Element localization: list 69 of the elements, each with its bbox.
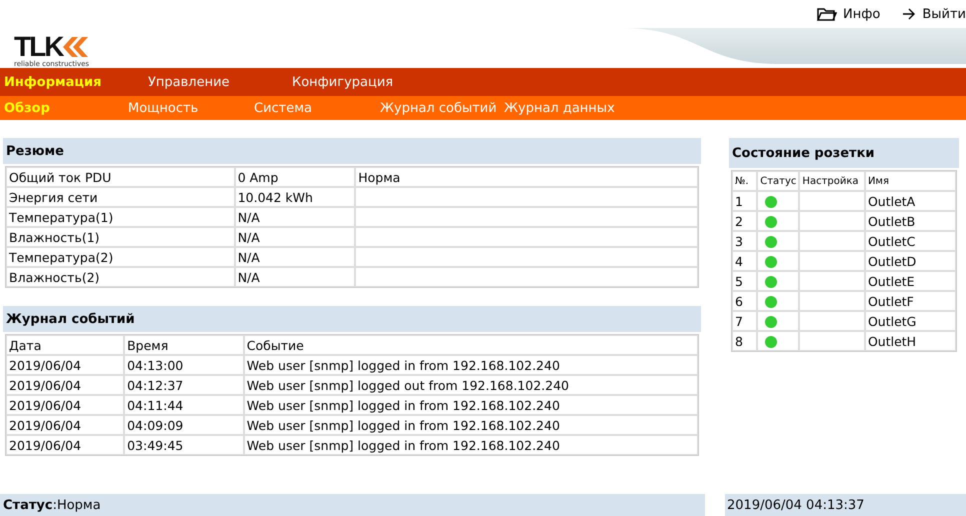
datetime-text: 2019/06/04 04:13:37 xyxy=(727,498,864,512)
column-header: №. xyxy=(732,171,758,191)
section-title: Журнал событий xyxy=(3,306,701,332)
table-cell: 8 xyxy=(732,331,758,351)
section-title: Состояние розетки xyxy=(729,138,959,168)
table-cell: OutletF xyxy=(864,291,956,311)
folder-icon xyxy=(817,7,838,21)
table-cell: OutletG xyxy=(864,311,956,331)
table-cell: 7 xyxy=(732,311,758,331)
table-cell: OutletD xyxy=(864,251,956,271)
table-cell: 2019/06/04 xyxy=(6,415,124,435)
table-cell: 3 xyxy=(732,231,758,251)
table-cell: Норма xyxy=(355,167,698,187)
table-cell: Влажность(1) xyxy=(6,227,235,247)
table-cell: 2019/06/04 xyxy=(6,395,124,415)
table-cell: Температура(1) xyxy=(6,207,235,227)
status-text: Статус:Норма xyxy=(3,498,101,512)
table-cell: Температура(2) xyxy=(6,247,235,267)
table-cell: Web user [snmp] logged in from 192.168.102.240 xyxy=(244,355,698,375)
column-header: Настройка xyxy=(799,171,865,191)
table-cell: Влажность(2) xyxy=(6,267,235,287)
table-cell: Общий ток PDU xyxy=(6,167,235,187)
table-cell: 4 xyxy=(732,251,758,271)
table-cell: 2019/06/04 xyxy=(6,435,124,455)
table-cell: 10.042 kWh xyxy=(234,187,356,207)
table-cell: OutletE xyxy=(864,271,956,291)
nav-tab[interactable]: Информация xyxy=(0,74,144,90)
table-cell: 5 xyxy=(732,271,758,291)
table-cell: N/A xyxy=(234,267,356,287)
column-header: Имя xyxy=(864,171,956,191)
table-cell: Web user [snmp] logged in from 192.168.102.240 xyxy=(244,395,698,415)
table-cell: OutletC xyxy=(864,231,956,251)
table-cell: 04:09:09 xyxy=(124,415,244,435)
table-cell: N/A xyxy=(234,227,356,247)
table-cell: OutletB xyxy=(864,211,956,231)
table-cell: OutletA xyxy=(864,191,956,211)
table-cell: 03:49:45 xyxy=(124,435,244,455)
table-cell: 6 xyxy=(732,291,758,311)
table-cell: Энергия сети xyxy=(6,187,235,207)
table-cell: Web user [snmp] logged in from 192.168.102.240 xyxy=(244,415,698,435)
table-cell: 2019/06/04 xyxy=(6,375,124,395)
table-cell: 2 xyxy=(732,211,758,231)
nav-tab[interactable]: Конфигурация xyxy=(288,74,432,90)
table-cell: 2019/06/04 xyxy=(6,355,124,375)
arrow-right-icon xyxy=(902,8,916,20)
sub-nav-tab[interactable]: Журнал данных xyxy=(500,100,615,116)
column-header: Дата xyxy=(6,335,124,355)
table-cell: 1 xyxy=(732,191,758,211)
table-cell: N/A xyxy=(234,207,356,227)
sub-nav-tab[interactable]: Мощность xyxy=(124,100,250,116)
table-cell: OutletH xyxy=(864,331,956,351)
top-link[interactable]: Выйти xyxy=(902,6,966,22)
table-cell: Web user [snmp] logged out from 192.168.102.240 xyxy=(244,375,698,395)
section-title: Резюме xyxy=(3,138,701,164)
table-cell: 0 Amp xyxy=(234,167,356,187)
sub-nav-tab[interactable]: Журнал событий xyxy=(376,100,500,116)
sub-nav-tab[interactable]: Система xyxy=(250,100,376,116)
top-link[interactable]: Инфо xyxy=(817,6,880,22)
table-cell: N/A xyxy=(234,247,356,267)
nav-tab[interactable]: Управление xyxy=(144,74,288,90)
sub-nav-tab[interactable]: Обзор xyxy=(0,100,124,116)
column-header: Статус xyxy=(757,171,800,191)
column-header: Событие xyxy=(244,335,698,355)
table-cell: 04:12:37 xyxy=(124,375,244,395)
table-cell: Web user [snmp] logged in from 192.168.102.240 xyxy=(244,435,698,455)
table-cell: 04:11:44 xyxy=(124,395,244,415)
table-cell: 04:13:00 xyxy=(124,355,244,375)
column-header: Время xyxy=(124,335,244,355)
logo-text: TLK xyxy=(14,34,62,60)
